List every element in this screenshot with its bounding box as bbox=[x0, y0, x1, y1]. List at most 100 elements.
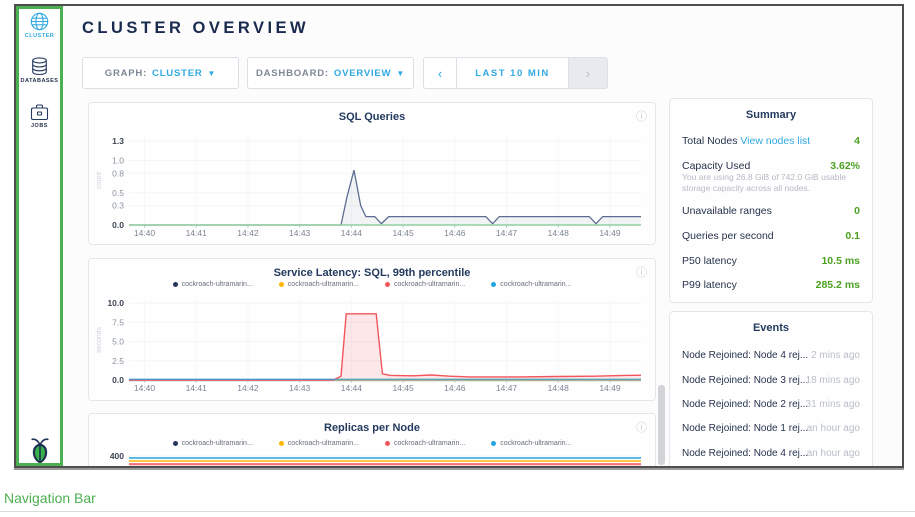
svg-text:14:43: 14:43 bbox=[289, 383, 311, 393]
svg-text:14:44: 14:44 bbox=[341, 228, 363, 238]
svg-text:0.8: 0.8 bbox=[112, 168, 124, 178]
event-text: Node Rejoined: Node 2 rej... bbox=[682, 399, 808, 410]
svg-text:0.0: 0.0 bbox=[112, 220, 124, 230]
dashboard-dropdown-label: DASHBOARD: bbox=[256, 68, 329, 79]
svg-text:count: count bbox=[96, 172, 103, 189]
graph-dropdown-label: GRAPH: bbox=[105, 68, 147, 79]
chart-plot: 0.0 2.5 5.0 7.5 10.0 14:40 14:41 14:42 14:43 14:4… bbox=[89, 259, 655, 400]
svg-text:1.0: 1.0 bbox=[112, 156, 124, 166]
page-title: CLUSTER OVERVIEW bbox=[82, 19, 309, 38]
summary-panel: Summary Total Nodes View nodes list 4 Capa… bbox=[669, 98, 873, 303]
chart-plot: 0.0 0.3 0.5 0.8 1.0 1.3 14:40 14:41 14:42 14:43 14… bbox=[89, 103, 655, 244]
event-text: Node Rejoined: Node 3 rej... bbox=[682, 375, 808, 386]
scrollbar-thumb[interactable] bbox=[658, 385, 665, 465]
svg-text:0.0: 0.0 bbox=[112, 375, 124, 385]
event-row: Node Rejoined: Node 3 rej...18 mins ago bbox=[682, 375, 860, 386]
time-next-button[interactable]: › bbox=[569, 57, 608, 89]
event-row: Node Rejoined: Node 4 rej...an hour ago bbox=[682, 448, 860, 459]
event-row: Node Rejoined: Node 1 rej...an hour ago bbox=[682, 423, 860, 434]
chevron-down-icon: ▼ bbox=[396, 69, 405, 78]
summary-row-label: P99 latency bbox=[682, 279, 737, 291]
svg-text:14:41: 14:41 bbox=[186, 383, 208, 393]
svg-text:14:42: 14:42 bbox=[237, 228, 259, 238]
dashboard-dropdown-value: OVERVIEW bbox=[334, 68, 391, 79]
svg-text:14:46: 14:46 bbox=[444, 228, 466, 238]
svg-text:2.5: 2.5 bbox=[112, 356, 124, 366]
database-icon bbox=[31, 57, 48, 76]
view-nodes-link[interactable]: View nodes list bbox=[737, 135, 810, 147]
sidebar-item-label: JOBS bbox=[16, 123, 63, 129]
svg-text:14:49: 14:49 bbox=[599, 228, 621, 238]
graph-dropdown[interactable]: GRAPH: CLUSTER ▼ bbox=[82, 57, 239, 89]
svg-text:14:47: 14:47 bbox=[496, 383, 518, 393]
summary-row: Capacity Used3.62%You are using 26.8 GiB… bbox=[682, 160, 860, 172]
service-latency-chart-panel: Service Latency: SQL, 99th percentileⓘco… bbox=[88, 258, 656, 401]
chevron-down-icon: ▼ bbox=[208, 69, 217, 78]
svg-text:14:45: 14:45 bbox=[392, 228, 414, 238]
sidebar-item-cluster[interactable]: CLUSTER bbox=[16, 12, 63, 39]
summary-row-label: Total Nodes bbox=[682, 135, 737, 147]
annotation-text: Navigation Bar bbox=[4, 490, 96, 506]
svg-text:14:41: 14:41 bbox=[186, 228, 208, 238]
sidebar-item-label: DATABASES bbox=[16, 78, 63, 84]
summary-row-label: Unavailable ranges bbox=[682, 205, 772, 217]
summary-row: Queries per second 0.1 bbox=[682, 230, 860, 242]
event-time: 2 mins ago bbox=[811, 350, 860, 361]
time-prev-button[interactable]: ‹ bbox=[423, 57, 457, 89]
graph-dropdown-value: CLUSTER bbox=[152, 68, 202, 79]
summary-row-value: 3.62% bbox=[830, 160, 860, 172]
svg-text:14:46: 14:46 bbox=[444, 383, 466, 393]
briefcase-icon bbox=[30, 103, 49, 121]
event-text: Node Rejoined: Node 4 rej... bbox=[682, 350, 808, 361]
svg-text:14:47: 14:47 bbox=[496, 228, 518, 238]
summary-row-value: 0 bbox=[854, 205, 860, 217]
sidebar-item-jobs[interactable]: JOBS bbox=[16, 103, 63, 129]
summary-row: Total Nodes View nodes list 4 bbox=[682, 135, 860, 147]
event-row: Node Rejoined: Node 4 rej...2 mins ago bbox=[682, 350, 860, 361]
events-title: Events bbox=[670, 322, 872, 334]
app-content: CLUSTER DATABASES JOBS bbox=[16, 6, 902, 466]
navigation-bar: CLUSTER DATABASES JOBS bbox=[16, 6, 63, 466]
sidebar-item-databases[interactable]: DATABASES bbox=[16, 57, 63, 84]
summary-row-value: 285.2 ms bbox=[816, 279, 860, 291]
time-range-selector: ‹ LAST 10 MIN › bbox=[423, 57, 608, 89]
summary-title: Summary bbox=[670, 109, 872, 121]
svg-text:7.5: 7.5 bbox=[112, 317, 124, 327]
globe-icon bbox=[30, 12, 49, 31]
summary-row-subtext: You are using 26.8 GiB of 742.0 GiB usab… bbox=[682, 172, 860, 194]
event-row: Node Rejoined: Node 2 rej...31 mins ago bbox=[682, 399, 860, 410]
summary-row-value: 10.5 ms bbox=[821, 255, 860, 267]
event-time: 18 mins ago bbox=[806, 375, 860, 386]
time-range-label[interactable]: LAST 10 MIN bbox=[457, 57, 569, 89]
summary-row: P99 latency 285.2 ms bbox=[682, 279, 860, 291]
event-time: an hour ago bbox=[807, 423, 860, 434]
cockroachdb-logo-icon[interactable] bbox=[28, 436, 52, 465]
summary-row-label: Queries per second bbox=[682, 230, 774, 242]
svg-text:seconds: seconds bbox=[96, 326, 103, 353]
summary-row-label: P50 latency bbox=[682, 255, 737, 267]
svg-text:1.3: 1.3 bbox=[112, 136, 124, 146]
sql-queries-chart-panel: SQL Queriesⓘ0.00.30.50.81.01.314:4014:41… bbox=[88, 102, 656, 245]
svg-text:0.5: 0.5 bbox=[112, 188, 124, 198]
svg-text:14:45: 14:45 bbox=[392, 383, 414, 393]
summary-row-label: Capacity Used bbox=[682, 160, 750, 172]
svg-text:14:48: 14:48 bbox=[548, 228, 570, 238]
svg-text:14:48: 14:48 bbox=[548, 383, 570, 393]
svg-text:5.0: 5.0 bbox=[112, 337, 124, 347]
svg-text:14:40: 14:40 bbox=[134, 383, 156, 393]
events-panel: Events Node Rejoined: Node 4 rej...2 min… bbox=[669, 311, 873, 466]
summary-row: P50 latency 10.5 ms bbox=[682, 255, 860, 267]
svg-text:0.3: 0.3 bbox=[112, 201, 124, 211]
summary-row-value: 4 bbox=[854, 135, 860, 147]
event-text: Node Rejoined: Node 4 rej... bbox=[682, 448, 808, 459]
replicas-per-node-chart-panel: Replicas per Nodeⓘcockroach-ultramarin..… bbox=[88, 413, 656, 466]
svg-text:14:43: 14:43 bbox=[289, 228, 311, 238]
svg-text:14:42: 14:42 bbox=[237, 383, 259, 393]
dashboard-dropdown[interactable]: DASHBOARD: OVERVIEW ▼ bbox=[247, 57, 414, 89]
svg-text:10.0: 10.0 bbox=[107, 298, 124, 308]
event-text: Node Rejoined: Node 1 rej... bbox=[682, 423, 808, 434]
summary-row: Unavailable ranges 0 bbox=[682, 205, 860, 217]
summary-row-value: 0.1 bbox=[845, 230, 860, 242]
svg-text:14:40: 14:40 bbox=[134, 228, 156, 238]
event-time: an hour ago bbox=[807, 448, 860, 459]
